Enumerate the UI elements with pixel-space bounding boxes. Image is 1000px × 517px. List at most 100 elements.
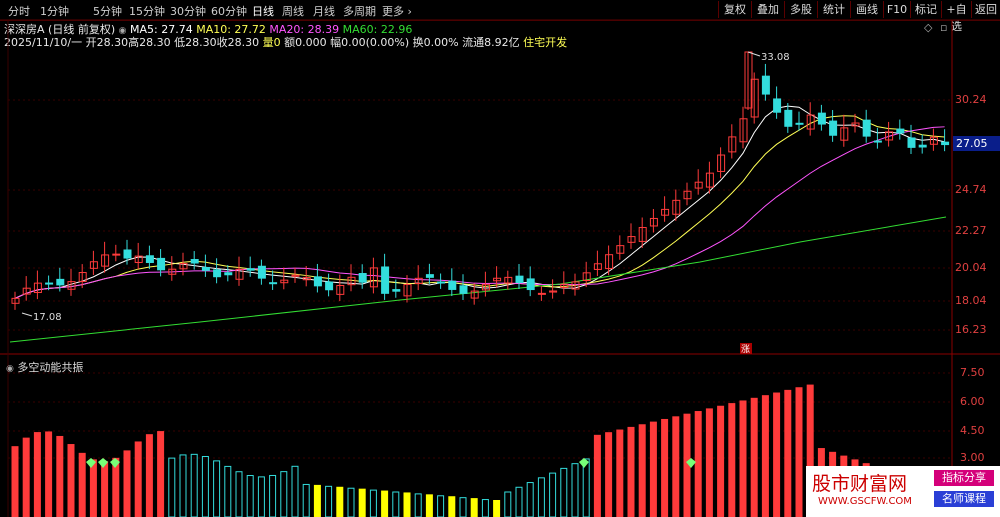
indicator-bar — [672, 416, 680, 517]
indicator-bar — [134, 441, 142, 517]
indicator-bar — [347, 487, 355, 517]
indicator-bar — [649, 421, 657, 517]
indicator-bar — [33, 432, 41, 517]
candle-body — [896, 128, 905, 134]
indicator-bar — [381, 490, 389, 517]
diamond-signal-icon — [579, 458, 589, 468]
indicator-bar — [773, 392, 781, 517]
candle-body — [448, 280, 457, 290]
indicator-bar — [213, 460, 221, 517]
candle-body — [123, 249, 132, 259]
indicator-bar — [123, 450, 131, 517]
candle-body — [157, 257, 166, 271]
ma-line — [14, 126, 945, 299]
candle-body — [425, 274, 434, 278]
indicator-bar — [728, 403, 736, 517]
watermark-tag-indicator: 指标分享 — [934, 470, 994, 486]
candle-body — [56, 278, 65, 286]
indicator-bar — [560, 467, 568, 517]
indicator-bar — [705, 408, 713, 517]
ma60-line — [9, 216, 947, 343]
candle-body — [459, 285, 468, 294]
candle-body — [817, 112, 826, 125]
candle-body — [201, 267, 210, 271]
indicator-bar — [638, 424, 646, 517]
candle-body — [795, 122, 804, 125]
candle-body — [213, 269, 222, 278]
watermark-url: WWW.GSCFW.COM — [818, 496, 912, 507]
indicator-bar — [257, 476, 265, 517]
indicator-bar — [392, 491, 400, 517]
price-tick: 16.23 — [955, 323, 987, 336]
indicator-bar — [627, 426, 635, 517]
indicator-bar — [313, 484, 321, 517]
candle-body — [358, 273, 367, 283]
price-tick: 30.24 — [955, 93, 987, 106]
candle-body — [246, 268, 255, 271]
indicator-bar — [750, 397, 758, 517]
indicator-bar — [291, 465, 299, 517]
indicator-bar — [493, 500, 501, 517]
indicator-bar — [269, 474, 277, 517]
candle-body — [145, 255, 154, 263]
indicator-bar — [571, 463, 579, 517]
candle-body — [190, 259, 199, 264]
indicator-bar — [325, 485, 333, 517]
candle-body — [515, 275, 524, 283]
candle-body — [45, 282, 54, 285]
indicator-bar — [459, 497, 467, 517]
indicator-bar — [761, 395, 769, 517]
indicator-tick: 4.50 — [960, 424, 985, 437]
candle-body — [437, 281, 446, 284]
indicator-bar — [145, 434, 153, 517]
ma-line — [14, 115, 945, 299]
candle-body — [761, 75, 770, 95]
kline-chart[interactable]: 33.08 17.08 涨 — [0, 0, 1000, 517]
indicator-bar — [537, 477, 545, 517]
indicator-bar — [45, 431, 53, 517]
indicator-bar — [616, 429, 624, 517]
indicator-bar — [593, 434, 601, 517]
candle-body — [941, 141, 950, 146]
candle-body — [381, 266, 390, 294]
watermark-title: 股市财富网 — [812, 473, 908, 495]
indicator-bar — [369, 489, 377, 517]
indicator-bar — [425, 494, 433, 517]
indicator-bar — [661, 418, 669, 517]
ma-line — [14, 105, 945, 299]
indicator-bar — [56, 435, 64, 517]
indicator-bar — [168, 457, 176, 517]
indicator-bar — [437, 495, 445, 517]
candle-body — [269, 282, 278, 285]
indicator-tick: 6.00 — [960, 395, 985, 408]
candle-body — [773, 98, 782, 113]
indicator-bar — [112, 457, 120, 517]
indicator-bar — [504, 491, 512, 517]
candle-body — [325, 281, 334, 291]
indicator-bar — [481, 499, 489, 517]
candle-body — [537, 292, 546, 295]
indicator-bar — [11, 446, 19, 517]
indicator-tick: 7.50 — [960, 366, 985, 379]
indicator-bar — [157, 431, 165, 517]
candlesticks — [11, 51, 950, 310]
settings-circle-icon[interactable]: ◉ — [6, 364, 14, 374]
indicator-bar — [280, 471, 288, 517]
candle-body — [907, 137, 916, 148]
candle-body — [784, 109, 793, 127]
indicator-bar — [414, 493, 422, 517]
candle-body — [112, 253, 121, 256]
indicator-bar — [179, 454, 187, 517]
indicator-bar — [694, 411, 702, 517]
indicator-tick: 3.00 — [960, 451, 985, 464]
candle-body — [829, 120, 838, 136]
indicator-bar — [302, 483, 310, 517]
candle-body — [392, 289, 401, 292]
candle-body — [873, 140, 882, 143]
indicator-bar — [526, 482, 534, 517]
indicator-bar — [190, 453, 198, 517]
current-price-tag: 27.05 — [953, 136, 1000, 151]
limit-up-marker: 涨 — [741, 344, 750, 355]
indicator-bar — [470, 498, 478, 517]
indicator-name[interactable]: 多空动能共振 — [17, 361, 83, 374]
